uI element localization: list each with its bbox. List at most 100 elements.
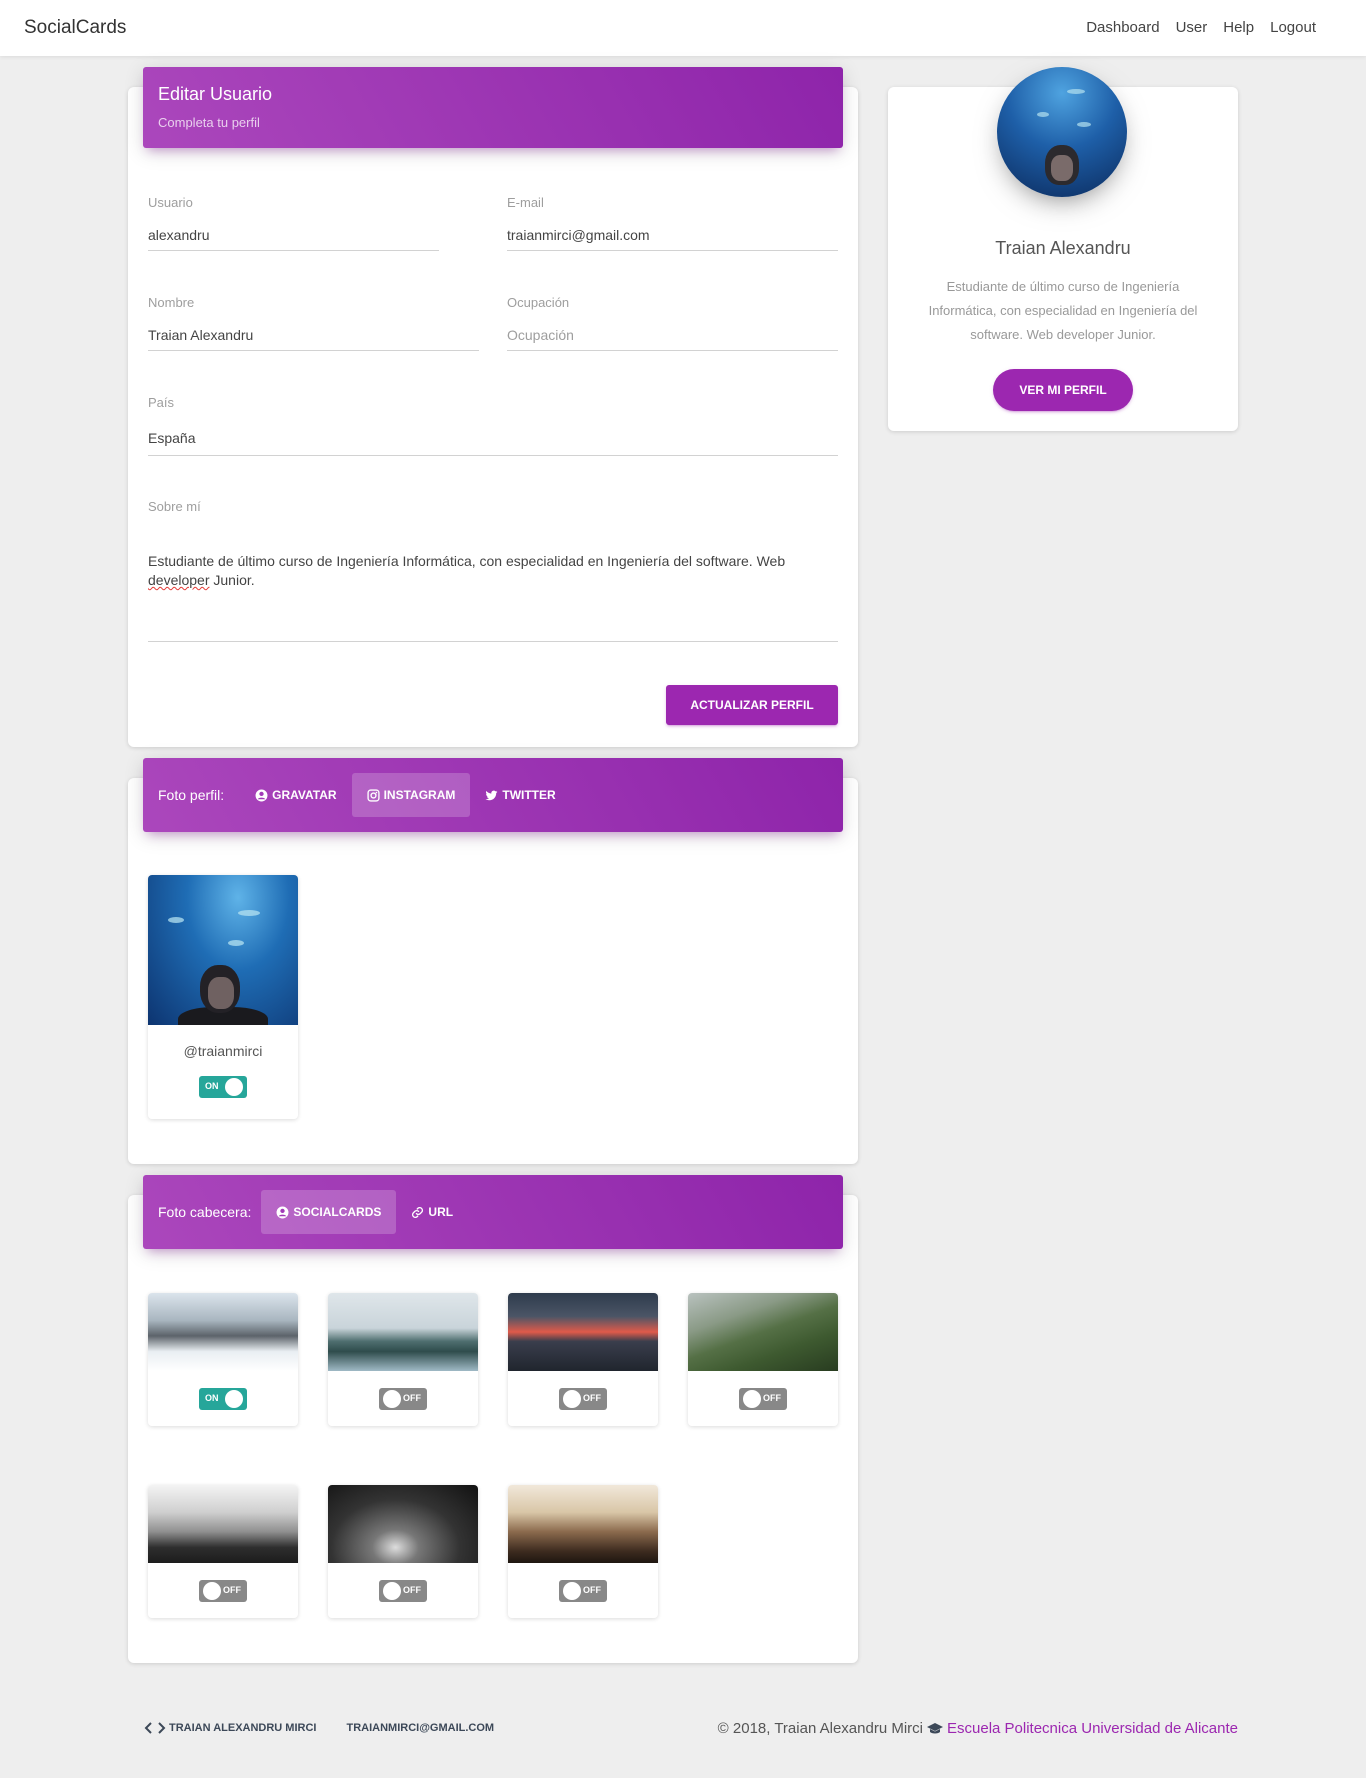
toggle-knob <box>563 1390 581 1408</box>
header-image-city-night-bw[interactable] <box>328 1485 478 1563</box>
occupation-label: Ocupación <box>507 295 570 310</box>
header-image-card: OFF <box>328 1485 478 1618</box>
profile-photo-card: Foto perfil: GRAVATAR INSTAGRAM TWITTER … <box>128 758 858 1164</box>
university-link[interactable]: Escuela Politecnica Universidad de Alica… <box>947 1720 1238 1737</box>
footer-link-email[interactable]: TRAIANMIRCI@GMAIL.COM <box>346 1722 494 1734</box>
occupation-input[interactable]: Ocupación <box>507 327 838 351</box>
toggle-label: OFF <box>223 1585 241 1595</box>
name-field: Nombre Traian Alexandru <box>148 295 479 351</box>
header-image-card: OFF <box>328 1293 478 1426</box>
profile-photo-tabs: Foto perfil: GRAVATAR INSTAGRAM TWITTER <box>143 758 843 832</box>
copyright-text: © 2018, Traian Alexandru Mirci <box>717 1720 923 1737</box>
nav-link-help[interactable]: Help <box>1223 19 1254 36</box>
tab-twitter-label: TWITTER <box>502 788 556 802</box>
header-photo-card: Foto cabecera: SOCIALCARDS URL ON OFF OF… <box>128 1175 858 1663</box>
header-image-misty-forest-lake[interactable] <box>328 1293 478 1371</box>
username-label: Usuario <box>148 195 193 210</box>
toggle-label: OFF <box>583 1393 601 1403</box>
occupation-field: Ocupación Ocupación <box>507 295 838 351</box>
header-image-toggle[interactable]: OFF <box>379 1580 427 1602</box>
footer-links: TRAIAN ALEXANDRU MIRCI TRAIANMIRCI@GMAIL… <box>144 1722 494 1734</box>
profile-name: Traian Alexandru <box>995 238 1131 258</box>
edit-user-header: Editar Usuario Completa tu perfil <box>143 67 843 148</box>
edit-user-subtitle: Completa tu perfil <box>158 115 260 130</box>
tab-twitter[interactable]: TWITTER <box>470 773 570 817</box>
tab-instagram[interactable]: INSTAGRAM <box>351 773 471 817</box>
country-input[interactable]: España <box>148 430 838 456</box>
header-image-foggy-city-bw[interactable] <box>148 1485 298 1563</box>
country-label: País <box>148 395 175 410</box>
edit-user-card: Editar Usuario Completa tu perfil Usuari… <box>128 67 858 747</box>
header-image-card: OFF <box>688 1293 838 1426</box>
nav-link-dashboard[interactable]: Dashboard <box>1086 19 1159 36</box>
header-image-toggle[interactable]: OFF <box>739 1388 787 1410</box>
toggle-label: OFF <box>403 1393 421 1403</box>
footer: TRAIAN ALEXANDRU MIRCI TRAIANMIRCI@GMAIL… <box>0 1712 1366 1754</box>
about-text-part2: Junior. <box>209 572 255 588</box>
header-image-green-hills[interactable] <box>688 1293 838 1371</box>
about-field: Sobre mí Estudiante de último curso de I… <box>148 499 838 642</box>
toggle-label: ON <box>205 1393 219 1403</box>
toggle-knob <box>563 1582 581 1600</box>
view-profile-button[interactable]: VER MI PERFIL <box>993 369 1133 411</box>
link-icon <box>412 1206 424 1218</box>
nav-links: Dashboard User Help Logout <box>1086 19 1316 36</box>
header-image-new-york-skyline[interactable] <box>508 1485 658 1563</box>
code-icon <box>144 1722 166 1734</box>
profile-summary-card: Traian Alexandru Estudiante de último cu… <box>888 67 1238 431</box>
toggle-label: OFF <box>583 1585 601 1595</box>
header-image-red-sunset-sea[interactable] <box>508 1293 658 1371</box>
brand-logo[interactable]: SocialCards <box>24 17 126 39</box>
header-photo-label: Foto cabecera: <box>158 1204 252 1220</box>
country-field: País España <box>148 395 838 456</box>
account-circle-icon <box>276 1206 289 1218</box>
tab-socialcards-label: SOCIALCARDS <box>293 1205 382 1219</box>
toggle-knob <box>203 1582 221 1600</box>
about-text-misspelled: developer <box>148 572 210 588</box>
profile-description: Estudiante de último curso de Ingeniería… <box>928 279 1198 342</box>
header-image-snowy-mountains[interactable] <box>148 1293 298 1371</box>
about-textarea[interactable]: Estudiante de último curso de Ingeniería… <box>148 552 838 642</box>
account-circle-icon <box>255 789 268 801</box>
update-profile-button[interactable]: ACTUALIZAR PERFIL <box>666 685 838 725</box>
avatar <box>997 67 1127 197</box>
tab-gravatar[interactable]: GRAVATAR <box>240 773 351 817</box>
nav-link-logout[interactable]: Logout <box>1270 19 1316 36</box>
username-field: Usuario alexandru <box>148 195 439 251</box>
instagram-photo-card: @traianmirci ON <box>148 875 298 1119</box>
header-image-card: ON <box>148 1293 298 1426</box>
instagram-photo <box>148 875 298 1025</box>
tab-url-label: URL <box>428 1205 454 1219</box>
tab-url[interactable]: URL <box>396 1190 468 1234</box>
header-image-toggle[interactable]: OFF <box>559 1388 607 1410</box>
header-image-toggle[interactable]: OFF <box>559 1580 607 1602</box>
header-image-toggle[interactable]: ON <box>199 1388 247 1410</box>
footer-author-label: TRAIAN ALEXANDRU MIRCI <box>169 1722 317 1734</box>
footer-copyright: © 2018, Traian Alexandru Mirci Escuela P… <box>718 1720 1238 1737</box>
tab-instagram-label: INSTAGRAM <box>383 788 456 802</box>
toggle-label: OFF <box>763 1393 781 1403</box>
header-image-card: OFF <box>508 1293 658 1426</box>
header-image-toggle[interactable]: OFF <box>379 1388 427 1410</box>
name-label: Nombre <box>148 295 195 310</box>
header-image-toggle[interactable]: OFF <box>199 1580 247 1602</box>
toggle-label: ON <box>205 1081 219 1091</box>
toggle-knob <box>225 1078 243 1096</box>
about-label: Sobre mí <box>148 499 201 514</box>
email-field: E-mail traianmirci@gmail.com <box>507 195 838 251</box>
email-input[interactable]: traianmirci@gmail.com <box>507 227 838 251</box>
footer-link-author[interactable]: TRAIAN ALEXANDRU MIRCI <box>144 1722 316 1734</box>
name-input[interactable]: Traian Alexandru <box>148 327 479 351</box>
top-navbar: SocialCards Dashboard User Help Logout <box>0 0 1366 56</box>
username-input[interactable]: alexandru <box>148 227 439 251</box>
tab-socialcards[interactable]: SOCIALCARDS <box>261 1190 397 1234</box>
header-image-card: OFF <box>148 1485 298 1618</box>
toggle-knob <box>225 1390 243 1408</box>
instagram-icon <box>366 788 380 802</box>
profile-photo-label: Foto perfil: <box>158 787 225 803</box>
instagram-photo-toggle[interactable]: ON <box>199 1076 247 1098</box>
nav-link-user[interactable]: User <box>1176 19 1208 36</box>
header-image-card: OFF <box>508 1485 658 1618</box>
tab-gravatar-label: GRAVATAR <box>272 788 337 802</box>
instagram-handle: @traianmirci <box>183 1043 263 1059</box>
